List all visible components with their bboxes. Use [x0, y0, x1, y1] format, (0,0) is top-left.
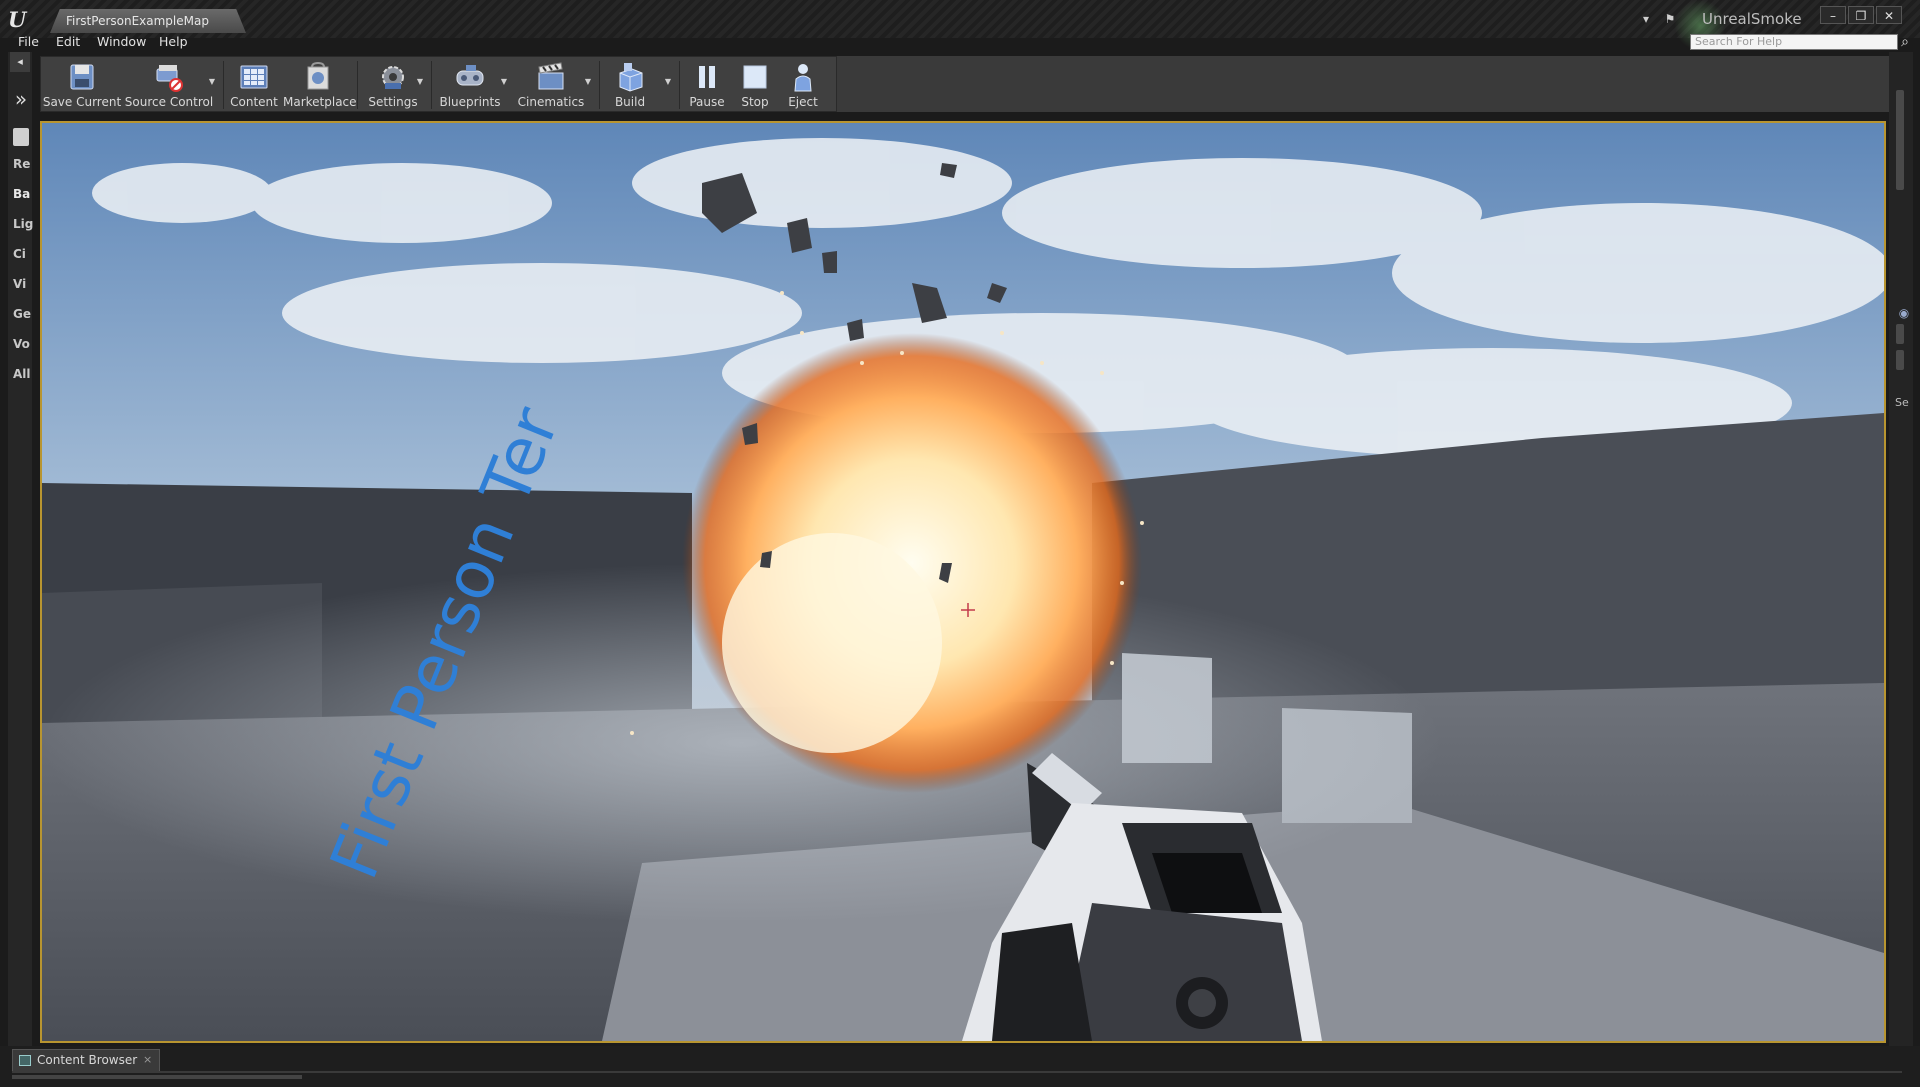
- right-panel-scrollbar[interactable]: [1896, 90, 1904, 190]
- build-label: Build: [614, 95, 646, 109]
- toolbar-separator: [599, 61, 600, 109]
- blueprints-label: Blueprints: [439, 95, 501, 109]
- stop-icon: [743, 65, 767, 89]
- eject-button[interactable]: Eject: [777, 57, 829, 113]
- toolbar-separator: [679, 61, 680, 109]
- unreal-logo-icon[interactable]: U: [8, 8, 32, 32]
- eye-icon[interactable]: ◉: [1896, 306, 1912, 322]
- marketplace-label: Marketplace: [283, 95, 357, 109]
- eject-icon: [794, 64, 812, 92]
- menu-edit[interactable]: Edit: [56, 34, 80, 49]
- toolbar-background: [837, 56, 1889, 112]
- content-browser-label: Content Browser: [37, 1053, 138, 1067]
- content-browser-icon: [19, 1055, 31, 1066]
- build-dropdown-icon[interactable]: ▼: [663, 77, 673, 87]
- blueprints-dropdown-icon[interactable]: ▼: [499, 77, 509, 87]
- learn-icon[interactable]: ⚑: [1662, 12, 1678, 26]
- place-mode-icon[interactable]: [13, 128, 29, 146]
- restore-button[interactable]: ❐: [1848, 6, 1874, 24]
- stop-button[interactable]: Stop: [733, 57, 777, 113]
- eject-label: Eject: [788, 95, 818, 109]
- category-basic[interactable]: Ba: [13, 187, 33, 205]
- content-browser-tab[interactable]: Content Browser ×: [12, 1049, 160, 1071]
- menu-bar: File Edit Window Help: [0, 32, 600, 52]
- minimize-button[interactable]: –: [1820, 6, 1846, 24]
- crosshair-icon: [961, 603, 975, 617]
- settings-icon: [382, 66, 404, 89]
- toolbar-separator: [431, 61, 432, 109]
- content-browser-scrollbar[interactable]: [12, 1075, 302, 1079]
- cinematics-dropdown-icon[interactable]: ▼: [583, 77, 593, 87]
- content-button[interactable]: Content: [225, 57, 283, 113]
- category-lights[interactable]: Lig: [13, 217, 33, 235]
- settings-label: Settings: [368, 95, 418, 109]
- toolbar-separator: [223, 61, 224, 109]
- build-button[interactable]: Build: [601, 57, 659, 113]
- content-label: Content: [230, 95, 278, 109]
- category-visual-effects[interactable]: Vi: [13, 277, 33, 295]
- cinematics-icon: [538, 62, 564, 90]
- source-control-dropdown-icon[interactable]: ▼: [207, 77, 217, 87]
- category-geometry[interactable]: Ge: [13, 307, 33, 325]
- save-current-label: Save Current: [42, 95, 122, 109]
- category-volumes[interactable]: Vo: [13, 337, 33, 355]
- category-cinematic[interactable]: Ci: [13, 247, 33, 265]
- search-icon[interactable]: ⌕: [1896, 33, 1914, 51]
- marketplace-button[interactable]: Marketplace: [283, 57, 357, 113]
- right-panel-handle[interactable]: [1896, 350, 1904, 370]
- category-recent[interactable]: Re: [13, 157, 33, 175]
- close-icon[interactable]: ×: [143, 1053, 152, 1066]
- pause-icon: [699, 66, 715, 88]
- category-all-classes[interactable]: All: [13, 367, 33, 385]
- stop-label: Stop: [741, 95, 769, 109]
- cinematics-button[interactable]: Cinematics: [511, 57, 591, 113]
- source-control-icon: [156, 65, 183, 92]
- bottom-dock: [0, 1046, 1920, 1087]
- level-viewport[interactable]: First Person Ter: [40, 121, 1886, 1043]
- blueprints-icon: [456, 65, 484, 86]
- right-panel-label: Se: [1895, 396, 1909, 409]
- marketplace-icon: [307, 61, 329, 90]
- settings-dropdown-icon[interactable]: ▼: [415, 77, 425, 87]
- panel-pin-icon[interactable]: ◂: [10, 52, 30, 72]
- content-browser-divider: [12, 1071, 1902, 1073]
- toolbar-separator: [357, 61, 358, 109]
- notification-icon[interactable]: ▾: [1638, 12, 1654, 26]
- build-icon: [619, 63, 643, 92]
- blueprints-button[interactable]: Blueprints: [433, 57, 507, 113]
- save-icon: [70, 64, 94, 90]
- right-panel-handle[interactable]: [1896, 324, 1904, 344]
- content-icon: [240, 65, 268, 89]
- close-button[interactable]: ✕: [1876, 6, 1902, 24]
- main-toolbar: Save Current Source Control ▼ Content Ma…: [40, 56, 837, 112]
- help-search-input[interactable]: Search For Help: [1690, 34, 1898, 50]
- source-control-button[interactable]: Source Control: [123, 57, 215, 113]
- project-name: UnrealSmoke: [1702, 10, 1802, 28]
- pause-button[interactable]: Pause: [681, 57, 733, 113]
- pause-label: Pause: [689, 95, 725, 109]
- expand-panel-icon[interactable]: »: [10, 86, 32, 112]
- menu-help[interactable]: Help: [159, 34, 188, 49]
- cinematics-label: Cinematics: [517, 95, 585, 109]
- menu-window[interactable]: Window: [97, 34, 146, 49]
- document-tab[interactable]: FirstPersonExampleMap: [50, 9, 246, 33]
- details-panel-collapsed: [1889, 52, 1913, 1052]
- save-current-button[interactable]: Save Current: [41, 57, 123, 113]
- source-control-label: Source Control: [124, 95, 214, 109]
- menu-file[interactable]: File: [18, 34, 39, 49]
- game-scene: First Person Ter: [42, 123, 1884, 1041]
